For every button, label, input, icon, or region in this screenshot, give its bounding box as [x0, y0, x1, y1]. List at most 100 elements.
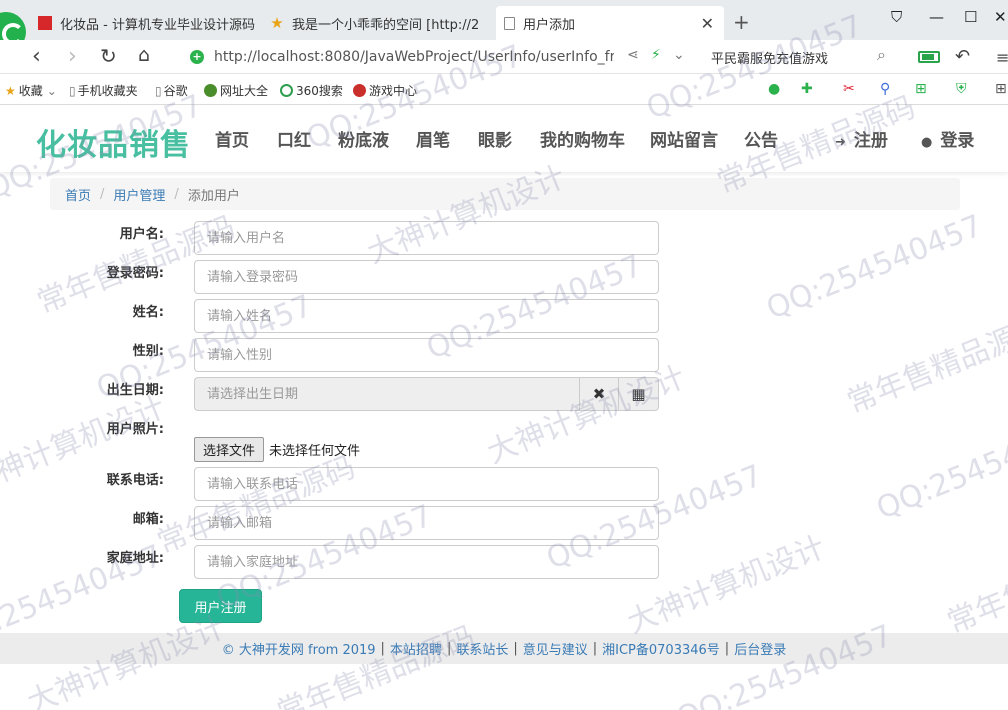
chevron-down-icon: ⌄ [46, 83, 57, 98]
nav-lipstick[interactable]: 口红 [277, 126, 311, 151]
nav-eyeshadow[interactable]: 眼影 [478, 126, 512, 151]
phone-input[interactable] [194, 467, 659, 501]
forward-icon[interactable]: › [68, 44, 77, 69]
shield-check-icon[interactable]: ⛨ [956, 81, 967, 97]
nav-register[interactable]: ➜ 注册 [835, 126, 888, 151]
phone-label: 联系电话: [106, 473, 164, 488]
scissors-icon[interactable]: ✂ [843, 81, 855, 97]
close-window-icon[interactable]: ✕ [994, 8, 1007, 26]
minimize-icon[interactable]: — [929, 8, 944, 26]
gender-label: 性别: [132, 344, 164, 359]
name-input[interactable] [194, 299, 659, 333]
tab-qzone[interactable]: ★ 我是一个小乖乖的空间 [http://2 [262, 6, 496, 40]
reload-icon[interactable]: ↻ [100, 44, 117, 68]
battery-icon[interactable] [918, 51, 940, 63]
hao-icon [204, 84, 217, 97]
game-center-icon [353, 84, 366, 97]
footer-copyright[interactable]: © 大神开发网 from 2019 [222, 639, 376, 658]
photo-file-picker: 选择文件 未选择任何文件 [194, 437, 360, 462]
tab-title: 用户添加 [523, 17, 576, 33]
watermark-text: QQ:254540457 [871, 408, 1008, 527]
nav-foundation[interactable]: 粉底液 [338, 126, 389, 151]
apps-icon[interactable]: ⊞ [995, 81, 1007, 97]
footer-link-jobs[interactable]: 本站招聘 [390, 639, 442, 658]
breadcrumb-separator: / [174, 186, 179, 202]
watermark-text: 常年售精品源码 [942, 529, 1008, 641]
maximize-icon[interactable]: ☐ [964, 8, 977, 26]
address-input[interactable] [194, 545, 659, 579]
password-input[interactable] [194, 260, 659, 294]
new-tab-icon[interactable]: + [733, 10, 750, 34]
bookmark-bar: ★ 收藏 ⌄ ▯ 手机收藏夹 ▯ 谷歌 网址大全 360搜索 游戏中心 ● ✚ … [0, 75, 1008, 105]
share-icon[interactable]: ⋖ [627, 47, 639, 63]
find-icon[interactable]: ⚲ [880, 81, 890, 97]
nav-login[interactable]: ● 登录 [921, 126, 974, 151]
bookmark-hao[interactable]: 网址大全 [204, 82, 268, 99]
back-icon[interactable]: ‹ [32, 44, 41, 69]
watermark-text: 大神计算机设计 [622, 529, 831, 641]
footer-link-contact[interactable]: 联系站长 [456, 639, 508, 658]
choose-file-button[interactable]: 选择文件 [194, 437, 265, 462]
chevron-down-icon[interactable]: ⌄ [673, 47, 685, 63]
bookmark-favorites[interactable]: ★ 收藏 ⌄ [5, 82, 57, 99]
home-icon[interactable]: ⌂ [138, 44, 150, 66]
breadcrumb-home[interactable]: 首页 [65, 185, 91, 204]
bookmark-google[interactable]: ▯ 谷歌 [155, 82, 188, 99]
register-label: 注册 [853, 131, 888, 151]
breadcrumb-user-management[interactable]: 用户管理 [113, 185, 165, 204]
undo-icon[interactable]: ↶ [955, 46, 970, 67]
footer-separator: | [380, 641, 385, 656]
nav-shopping-cart[interactable]: 我的购物车 [540, 126, 625, 151]
document-icon: ▯ [69, 83, 76, 98]
site-footer: © 大神开发网 from 2019 | 本站招聘 | 联系站长 | 意见与建议 … [0, 633, 1008, 664]
bookmark-games[interactable]: 游戏中心 [353, 82, 417, 99]
gender-input[interactable] [194, 338, 659, 372]
breadcrumb: 首页 / 用户管理 / 添加用户 [50, 178, 960, 210]
user-icon: ● [921, 135, 933, 150]
user-photo-label: 用户照片: [106, 422, 164, 437]
shield-icon: + [190, 50, 204, 64]
tab-cosmetics[interactable]: 化妆品 - 计算机专业毕业设计源码 [30, 6, 260, 40]
search-suggestion[interactable]: 平民霸服免充值游戏 [711, 48, 828, 67]
bookmark-label: 360搜索 [296, 84, 343, 98]
register-user-button[interactable]: 用户注册 [179, 589, 262, 623]
close-tab-icon[interactable]: ✕ [701, 14, 714, 33]
footer-link-admin-login[interactable]: 后台登录 [734, 639, 786, 658]
tab-user-add-active[interactable]: 用户添加 ✕ [496, 6, 724, 40]
nav-home[interactable]: 首页 [215, 126, 249, 151]
search-icon[interactable]: ⌕ [877, 45, 886, 65]
url-text[interactable]: http://localhost:8080/JavaWebProject/Use… [214, 49, 614, 65]
bookmark-360search[interactable]: 360搜索 [280, 82, 343, 99]
site-brand-logo[interactable]: 化妆品销售 [36, 120, 191, 164]
footer-link-icp[interactable]: 湘ICP备0703346号 [602, 639, 720, 658]
file-status-text: 未选择任何文件 [269, 444, 361, 459]
password-label: 登录密码: [106, 266, 164, 281]
bookmark-mobile[interactable]: ▯ 手机收藏夹 [69, 82, 138, 99]
url-field[interactable]: + http://localhost:8080/JavaWebProject/U… [190, 43, 695, 71]
tab-title: 化妆品 - 计算机专业毕业设计源码 [60, 17, 255, 33]
nav-guestbook[interactable]: 网站留言 [650, 126, 718, 151]
username-input[interactable] [194, 221, 659, 255]
bookmark-label: 游戏中心 [369, 84, 418, 98]
site-favicon-icon [38, 16, 52, 30]
birth-date-input[interactable] [194, 377, 579, 411]
login-label: 登录 [940, 131, 975, 151]
clear-date-icon[interactable]: ✖ [579, 377, 619, 411]
gamepad-icon[interactable]: ⊞ [915, 81, 927, 97]
menu-icon[interactable]: ≡ [996, 48, 1008, 67]
nav-notice[interactable]: 公告 [744, 126, 778, 151]
username-label: 用户名: [119, 227, 164, 242]
email-input[interactable] [194, 506, 659, 540]
shirt-skin-icon[interactable]: ⛉ [891, 8, 902, 26]
watermark-text: 常年售精品源码 [842, 309, 1008, 421]
breadcrumb-current: 添加用户 [187, 188, 240, 204]
nav-eyebrow-pencil[interactable]: 眉笔 [416, 126, 450, 151]
footer-separator: | [724, 641, 730, 656]
calendar-icon[interactable]: ▦ [619, 377, 659, 411]
user-plus-icon[interactable]: ✚ [801, 81, 813, 97]
browser-tab-strip: 化妆品 - 计算机专业毕业设计源码 ★ 我是一个小乖乖的空间 [http://2… [0, 0, 1008, 52]
lightning-icon[interactable]: ⚡ [651, 47, 661, 63]
chat-icon[interactable]: ● [768, 81, 780, 97]
bookmark-label: 谷歌 [163, 84, 188, 98]
footer-link-feedback[interactable]: 意见与建议 [523, 639, 588, 658]
